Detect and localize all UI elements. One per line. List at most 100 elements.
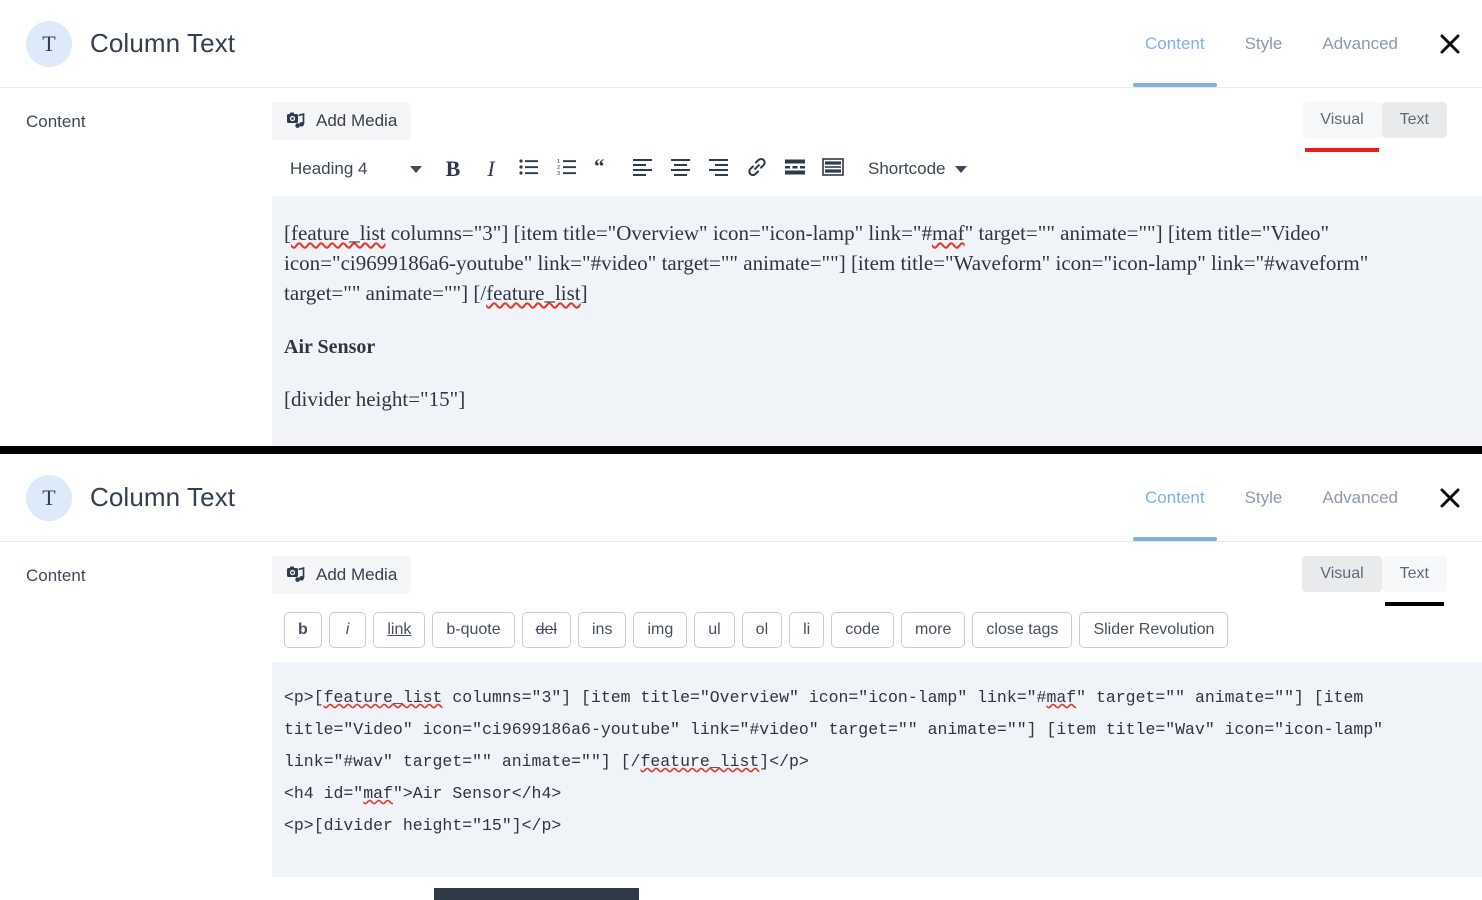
bottom-status-bar	[434, 888, 639, 900]
quicktag-ol[interactable]: ol	[741, 612, 783, 648]
editor-heading: Air Sensor	[284, 336, 376, 358]
page-title: Column Text	[90, 482, 236, 512]
add-media-button[interactable]: Add Media	[272, 556, 412, 594]
close-button[interactable]	[1418, 0, 1482, 87]
page-title: Column Text	[90, 28, 236, 58]
quicktag-more[interactable]: more	[900, 612, 966, 648]
add-media-label: Add Media	[316, 565, 398, 584]
tab-advanced[interactable]: Advanced	[1302, 0, 1418, 87]
shortcode-open-bracket: [	[284, 221, 291, 245]
align-right-button[interactable]	[700, 152, 738, 186]
add-media-icon	[286, 111, 306, 131]
misspelled-word: feature_list	[291, 221, 386, 245]
formatting-toolbar: Heading 4 B I 1 2 3 “ Shortcode	[272, 146, 1482, 196]
quicktags-toolbar: b i link b-quote del ins img ul ol li co…	[272, 600, 1482, 662]
content-field-label: Content	[26, 566, 86, 585]
misspelled-word: feature_list	[640, 752, 760, 771]
code-text: ">Air Sensor</h4>	[392, 784, 562, 803]
bullet-list-icon	[519, 158, 539, 181]
italic-icon: I	[487, 156, 495, 181]
editor-column: Add Media Visual Text Heading 4 B I 1 2 …	[272, 88, 1482, 446]
numbered-list-icon: 1 2 3	[557, 158, 577, 181]
quicktag-close-tags[interactable]: close tags	[972, 612, 1073, 648]
svg-text:“: “	[594, 158, 605, 176]
align-left-button[interactable]	[624, 152, 662, 186]
panel-tabs: Content Style Advanced	[1125, 454, 1482, 541]
bold-button[interactable]: B	[434, 152, 472, 186]
quicktag-img[interactable]: img	[633, 612, 688, 648]
avatar: T	[26, 474, 72, 521]
panel-separator	[0, 446, 1482, 454]
avatar: T	[26, 20, 72, 67]
avatar-letter: T	[42, 484, 56, 510]
code-line-heading: <h4 id="maf">Air Sensor</h4>	[284, 778, 1452, 810]
read-more-button[interactable]	[776, 152, 814, 186]
quicktag-b[interactable]: b	[284, 612, 322, 648]
format-select-value: Heading 4	[290, 159, 368, 178]
blockquote-icon: “	[594, 154, 616, 181]
quicktag-del[interactable]: del	[521, 612, 571, 648]
quicktag-ins[interactable]: ins	[577, 612, 627, 648]
editor-screen: T Column Text Content Style Advanced Con…	[0, 0, 1482, 900]
panel-body: Content	[0, 542, 1482, 877]
italic-button[interactable]: I	[472, 152, 510, 186]
blockquote-button[interactable]: “	[586, 152, 624, 186]
column-text-panel-visual: T Column Text Content Style Advanced Con…	[0, 0, 1482, 446]
tab-advanced[interactable]: Advanced	[1302, 454, 1418, 541]
misspelled-word: feature_list	[486, 281, 581, 305]
code-text: <p>[	[284, 688, 324, 707]
editor-mode-tabs: Visual Text	[1302, 102, 1447, 152]
add-media-icon	[286, 565, 306, 585]
align-center-button[interactable]	[662, 152, 700, 186]
quicktag-ul[interactable]: ul	[694, 612, 735, 648]
insert-link-button[interactable]	[738, 152, 776, 186]
panel-tabs: Content Style Advanced	[1125, 0, 1482, 87]
tab-content[interactable]: Content	[1125, 0, 1225, 87]
bullet-list-button[interactable]	[510, 152, 548, 186]
panel-header: T Column Text Content Style Advanced	[0, 0, 1482, 88]
quicktag-code[interactable]: code	[831, 612, 894, 648]
shortcode-dropdown[interactable]: Shortcode	[868, 159, 967, 179]
editor-column: Add Media Visual Text b i link b-quote d…	[272, 542, 1482, 877]
tab-text-mode[interactable]: Text	[1381, 102, 1447, 138]
add-media-button[interactable]: Add Media	[272, 102, 412, 140]
numbered-list-button[interactable]: 1 2 3	[548, 152, 586, 186]
quicktag-li[interactable]: li	[789, 612, 825, 648]
visual-editor-area[interactable]: [feature_list columns="3"] [item title="…	[272, 196, 1482, 446]
tab-text-mode[interactable]: Text	[1381, 556, 1447, 606]
misspelled-word: feature_list	[323, 688, 443, 707]
column-text-panel-text: T Column Text Content Style Advanced Con…	[0, 454, 1482, 877]
toolbar-toggle-icon	[822, 157, 844, 181]
quicktag-slider-revolution[interactable]: Slider Revolution	[1079, 612, 1229, 648]
tab-visual-mode[interactable]: Visual	[1302, 102, 1382, 152]
align-center-icon	[671, 158, 691, 181]
code-text: columns="3"] [item title="Overview" icon…	[442, 688, 1047, 707]
quicktag-i[interactable]: i	[328, 612, 367, 648]
tab-style[interactable]: Style	[1225, 0, 1303, 87]
insert-link-icon	[746, 157, 768, 182]
editor-topbar: Add Media Visual Text	[272, 542, 1482, 606]
tab-style[interactable]: Style	[1225, 454, 1303, 541]
text-editor-area[interactable]: <p>[feature_list columns="3"] [item titl…	[272, 662, 1482, 877]
read-more-icon	[784, 158, 806, 181]
misspelled-word: maf	[932, 221, 965, 245]
format-select[interactable]: Heading 4	[284, 159, 434, 179]
panel-body: Content	[0, 88, 1482, 446]
shortcode-text: columns="3"] [item title="Overview" icon…	[385, 221, 932, 245]
chevron-down-icon	[410, 165, 422, 173]
close-icon	[1438, 32, 1462, 56]
align-left-icon	[633, 158, 653, 181]
toolbar-toggle-button[interactable]	[814, 152, 852, 186]
misspelled-word: maf	[363, 784, 393, 803]
tab-content[interactable]: Content	[1125, 454, 1225, 541]
panel-header: T Column Text Content Style Advanced	[0, 454, 1482, 542]
code-text: ]</p>	[759, 752, 809, 771]
close-icon	[1438, 486, 1462, 510]
editor-mode-tabs: Visual Text	[1302, 556, 1447, 606]
close-button[interactable]	[1418, 454, 1482, 541]
content-field-label: Content	[26, 112, 86, 131]
quicktag-link[interactable]: link	[373, 612, 426, 648]
quicktag-b-quote[interactable]: b-quote	[432, 612, 515, 648]
tab-visual-mode[interactable]: Visual	[1302, 556, 1382, 592]
add-media-label: Add Media	[316, 111, 398, 130]
